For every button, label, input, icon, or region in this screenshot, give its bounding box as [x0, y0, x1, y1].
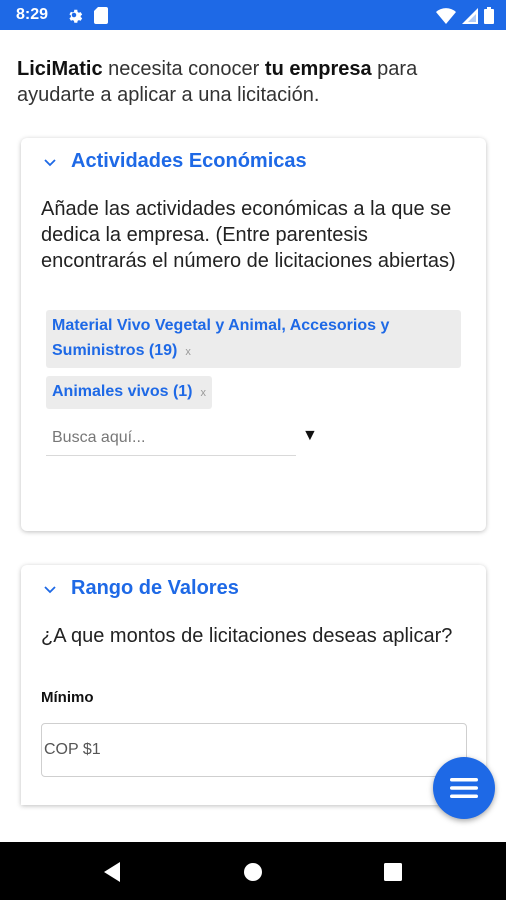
brand-name: LiciMatic	[17, 58, 103, 80]
wifi-icon	[436, 7, 456, 29]
recents-icon[interactable]	[381, 860, 405, 884]
battery-icon	[484, 7, 494, 29]
intro-emphasis: tu empresa	[264, 58, 372, 80]
gear-icon	[65, 6, 83, 29]
intro-text: LiciMatic necesita conocer tu empresa pa…	[17, 56, 487, 108]
navigation-bar	[0, 842, 506, 900]
chip-remove-button[interactable]: x	[201, 387, 207, 399]
sd-card-icon	[94, 7, 108, 29]
chevron-down-icon	[44, 158, 56, 166]
dropdown-arrow-icon[interactable]: ▼	[302, 427, 318, 445]
rango-title: Rango de Valores	[71, 577, 239, 599]
actividades-card: Actividades Económicas Añade las activid…	[21, 138, 486, 531]
activity-chip: Material Vivo Vegetal y Animal, Accesori…	[46, 310, 461, 368]
menu-fab-button[interactable]	[433, 757, 495, 819]
minimo-label: Mínimo	[41, 689, 94, 706]
signal-icon	[462, 7, 478, 29]
minimo-input[interactable]	[41, 723, 467, 777]
actividades-header[interactable]: Actividades Económicas	[41, 150, 307, 173]
intro-part-1: necesita conocer	[102, 58, 265, 80]
rango-card: Rango de Valores ¿A que montos de licita…	[21, 565, 486, 805]
chip-label: Material Vivo Vegetal y Animal, Accesori…	[52, 317, 390, 359]
actividades-description: Añade las actividades económicas a la qu…	[41, 198, 456, 272]
rango-header[interactable]: Rango de Valores	[41, 577, 239, 600]
back-icon[interactable]	[100, 860, 124, 884]
actividades-title: Actividades Económicas	[71, 150, 307, 172]
activity-search-input[interactable]	[46, 420, 296, 456]
home-icon[interactable]	[241, 860, 265, 884]
status-time: 8:29	[16, 6, 49, 23]
status-bar: 8:29	[0, 0, 506, 30]
chip-label: Animales vivos (1)	[52, 383, 193, 400]
activity-chip: Animales vivos (1) x	[46, 376, 212, 409]
menu-icon	[450, 778, 478, 798]
chevron-down-icon	[44, 585, 56, 593]
rango-question: ¿A que montos de licitaciones deseas apl…	[41, 625, 453, 647]
chip-remove-button[interactable]: x	[185, 346, 191, 358]
